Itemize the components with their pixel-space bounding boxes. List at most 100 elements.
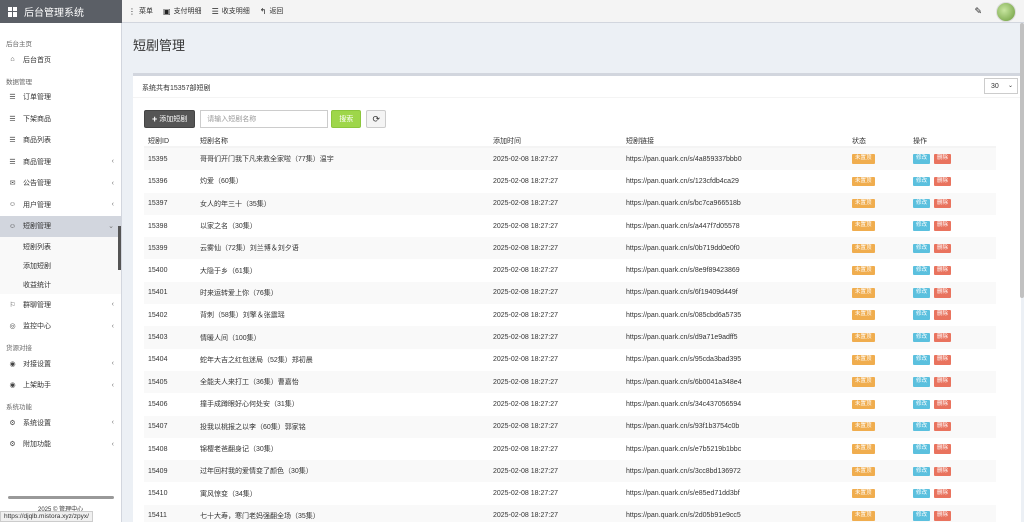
delete-button[interactable]: 删除: [934, 221, 952, 231]
edit-button[interactable]: 修改: [913, 377, 931, 387]
top-bar: 后台管理系统 ⋮ 菜单 ▣ 支付明细 ☰ 收支明细 ↰ 返回 ✎: [0, 0, 1024, 23]
nav-menu-label: 菜单: [139, 8, 153, 15]
delete-button[interactable]: 删除: [934, 310, 952, 320]
sidebar-scrollbar[interactable]: [8, 496, 114, 499]
delete-button[interactable]: 删除: [934, 421, 952, 432]
delete-button[interactable]: 删除: [934, 488, 952, 499]
sidebar-item-users[interactable]: ☺ 用户管理 ‹: [0, 194, 121, 216]
list-icon: ☰: [9, 115, 16, 123]
edit-button[interactable]: 修改: [913, 310, 931, 320]
status-badge[interactable]: 未置顶: [852, 176, 875, 187]
cell-status: 未置顶: [848, 377, 909, 387]
sidebar-item-orders[interactable]: ☰ 订单管理: [0, 87, 121, 109]
delete-button[interactable]: 删除: [934, 288, 952, 298]
wrench-icon[interactable]: ✎: [974, 6, 982, 17]
nav-income-details[interactable]: ☰ 收支明细: [212, 6, 250, 16]
nav-payment-details[interactable]: ▣ 支付明细: [163, 6, 202, 16]
delete-button[interactable]: 删除: [934, 154, 952, 164]
page-scrollbar[interactable]: [1020, 23, 1024, 298]
delete-button[interactable]: 删除: [934, 511, 952, 521]
edit-button[interactable]: 修改: [913, 466, 931, 477]
edit-button[interactable]: 修改: [913, 154, 931, 164]
edit-button[interactable]: 修改: [913, 399, 931, 410]
status-badge[interactable]: 未置顶: [852, 511, 875, 521]
status-badge[interactable]: 未置顶: [852, 355, 875, 365]
status-badge[interactable]: 未置顶: [852, 310, 875, 320]
search-button[interactable]: 搜索: [331, 110, 362, 128]
chevron-left-icon: ‹: [111, 301, 114, 309]
status-badge[interactable]: 未置顶: [852, 265, 875, 276]
sidebar-item-settings[interactable]: ⚙ 系统设置 ‹: [0, 412, 121, 434]
nav-menu[interactable]: ⋮ 菜单: [128, 6, 153, 16]
list-icon: ☰: [9, 158, 16, 166]
sidebar-item-dramas[interactable]: ☺ 短剧管理 ⌄: [0, 215, 121, 237]
status-badge[interactable]: 未置顶: [852, 332, 875, 343]
sidebar-item-delisted[interactable]: ☰ 下架商品: [0, 108, 121, 130]
table-row: 15410 寓风惊变（34集） 2025-02-08 18:27:27 https:/…: [144, 482, 996, 504]
edit-button[interactable]: 修改: [913, 221, 931, 231]
status-badge[interactable]: 未置顶: [852, 154, 875, 164]
status-url: https://djqlb.mistora.xyz/zpyx/: [0, 511, 93, 522]
edit-button[interactable]: 修改: [913, 355, 931, 365]
sidebar-item-announcements[interactable]: ✉ 公告管理 ‹: [0, 173, 121, 195]
delete-button[interactable]: 删除: [934, 466, 952, 477]
delete-button[interactable]: 删除: [934, 399, 952, 410]
edit-button[interactable]: 修改: [913, 243, 931, 254]
drama-table: 短剧ID 短剧名称 添加时间 短剧链接 状态 操作 15395 哥哥们开门我下凡来…: [144, 135, 996, 522]
status-badge[interactable]: 未置顶: [852, 399, 875, 410]
avatar[interactable]: [996, 1, 1016, 22]
delete-button[interactable]: 删除: [934, 355, 952, 365]
delete-button[interactable]: 删除: [934, 265, 952, 276]
edit-button[interactable]: 修改: [913, 488, 931, 499]
status-badge[interactable]: 未置顶: [852, 466, 875, 477]
status-badge[interactable]: 未置顶: [852, 243, 875, 254]
chevron-left-icon: ‹: [111, 381, 114, 389]
delete-button[interactable]: 删除: [934, 332, 952, 343]
cell-link: https://pan.quark.cn/s/0b719dd0e0f0: [626, 244, 740, 252]
sidebar-item-integration[interactable]: ◉ 对接设置 ‹: [0, 353, 121, 375]
status-badge[interactable]: 未置顶: [852, 488, 875, 499]
page-size-select[interactable]: 30 ⌄: [984, 78, 1018, 94]
status-badge[interactable]: 未置顶: [852, 377, 875, 387]
edit-button[interactable]: 修改: [913, 511, 931, 521]
delete-button[interactable]: 删除: [934, 444, 952, 454]
refresh-button[interactable]: ⟳: [366, 110, 387, 128]
add-drama-button[interactable]: + 添加短剧: [144, 110, 196, 128]
sidebar-item-addons[interactable]: ⚙ 附加功能 ‹: [0, 434, 121, 456]
box-header: 系统共有15357部短剧 30 ⌄: [133, 76, 1021, 98]
sidebar-sub-drama-list[interactable]: 短剧列表: [0, 237, 121, 256]
delete-button[interactable]: 删除: [934, 243, 952, 254]
status-badge[interactable]: 未置顶: [852, 198, 875, 209]
edit-button[interactable]: 修改: [913, 444, 931, 454]
sidebar-item-groups[interactable]: ⚐ 群聊管理 ‹: [0, 294, 121, 316]
sidebar-sub-revenue[interactable]: 收益统计: [0, 275, 121, 294]
edit-button[interactable]: 修改: [913, 421, 931, 432]
table-row: 15398 以家之名（30集） 2025-02-08 18:27:27 https:/…: [144, 215, 996, 237]
status-badge[interactable]: 未置顶: [852, 421, 875, 432]
table-row: 15408 锦樱老爸翻身记（30集） 2025-02-08 18:27:27 http…: [144, 438, 996, 460]
status-badge[interactable]: 未置顶: [852, 288, 875, 298]
sidebar-item-dashboard[interactable]: ⌂ 后台首页: [0, 49, 121, 71]
nav-back[interactable]: ↰ 返回: [260, 6, 284, 16]
sidebar-header-home: 后台主页: [6, 41, 32, 48]
edit-button[interactable]: 修改: [913, 176, 931, 187]
delete-button[interactable]: 删除: [934, 198, 952, 209]
cell-name: 锦樱老爸翻身记（30集）: [200, 446, 278, 453]
edit-button[interactable]: 修改: [913, 198, 931, 209]
status-badge[interactable]: 未置顶: [852, 221, 875, 231]
status-badge[interactable]: 未置顶: [852, 444, 875, 454]
list-icon: ☰: [9, 94, 16, 102]
edit-button[interactable]: 修改: [913, 265, 931, 276]
delete-button[interactable]: 删除: [934, 176, 952, 187]
delete-button[interactable]: 删除: [934, 377, 952, 387]
edit-button[interactable]: 修改: [913, 288, 931, 298]
sidebar-item-monitor[interactable]: ◎ 监控中心 ‹: [0, 316, 121, 338]
brand[interactable]: 后台管理系统: [0, 0, 122, 23]
sidebar-item-product-mgmt[interactable]: ☰ 商品管理 ‹: [0, 151, 121, 173]
cell-status: 未置顶: [848, 265, 909, 276]
sidebar-sub-add-drama[interactable]: 添加短剧: [0, 256, 121, 275]
sidebar-item-listing-helper[interactable]: ◉ 上架助手 ‹: [0, 375, 121, 397]
search-input[interactable]: 请输入短剧名称: [200, 110, 329, 128]
edit-button[interactable]: 修改: [913, 332, 931, 343]
sidebar-item-products[interactable]: ☰ 商品列表: [0, 130, 121, 152]
